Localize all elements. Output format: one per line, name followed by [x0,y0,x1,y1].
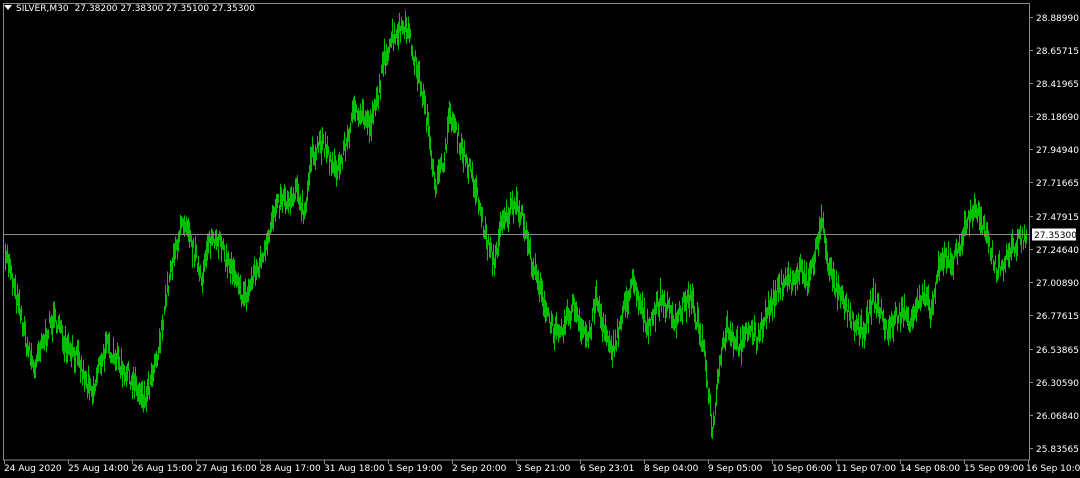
dropdown-triangle-icon[interactable] [4,5,12,10]
y-tick-label: 27.71665 [1036,179,1079,189]
chart-canvas: 28.88990 28.65715 28.41965 28.18690 27.94940… [3,3,1080,474]
x-tick-label: 11 Sep 07:00 [836,464,896,474]
plot-frame [3,3,1030,461]
x-tick-label: 2 Sep 20:00 [452,464,507,474]
current-price-label: 27.35300 [1034,231,1077,241]
x-tick-label: 16 Sep 10:00 [1026,464,1080,474]
x-tick-label: 27 Aug 16:00 [196,464,257,474]
y-tick-label: 28.88990 [1036,14,1079,24]
y-tick-label: 26.30590 [1036,379,1079,389]
x-tick-label: 8 Sep 04:00 [644,464,699,474]
y-tick-label: 27.00890 [1036,279,1079,289]
x-tick-label: 6 Sep 23:01 [580,464,634,474]
x-tick-label: 10 Sep 06:00 [772,464,832,474]
x-tick-label: 26 Aug 15:00 [132,464,193,474]
price-chart[interactable]: 28.88990 28.65715 28.41965 28.18690 27.94940… [0,0,1080,478]
x-tick-label: 15 Sep 09:00 [964,464,1024,474]
x-tick-label: 3 Sep 21:00 [516,464,571,474]
x-tick-label: 24 Aug 2020 [4,464,62,474]
y-tick-label: 26.53865 [1036,346,1079,356]
y-tick-label: 26.77615 [1036,312,1079,322]
x-tick-label: 9 Sep 05:00 [708,464,763,474]
y-tick-label: 28.18690 [1036,113,1079,123]
x-tick-label: 25 Aug 14:00 [68,464,129,474]
chart-symbol: SILVER,M30 [16,4,69,14]
x-tick-label: 1 Sep 19:00 [388,464,443,474]
x-tick-label: 31 Aug 18:00 [324,464,385,474]
y-tick-label: 27.94940 [1036,146,1079,156]
y-tick-label: 25.83565 [1036,445,1079,455]
x-tick-label: 14 Sep 08:00 [900,464,960,474]
y-tick-label: 27.47915 [1036,213,1079,223]
chart-header: SILVER,M30 27.38200 27.38300 27.35100 27.… [4,3,255,15]
chart-ohlc: 27.38200 27.38300 27.35100 27.35300 [74,4,255,14]
y-tick-label: 28.65715 [1036,47,1079,57]
x-tick-label: 28 Aug 17:00 [260,464,321,474]
y-tick-label: 26.06840 [1036,412,1079,422]
y-tick-label: 28.41965 [1036,80,1079,90]
y-tick-label: 27.24640 [1036,246,1079,256]
